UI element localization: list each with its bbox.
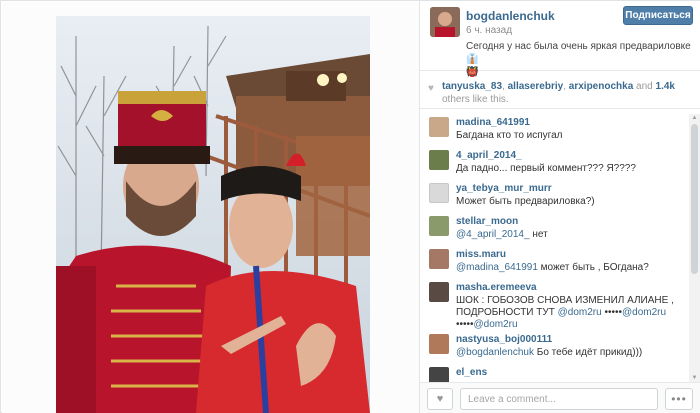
mention-link[interactable]: @4_april_2014_: [456, 229, 530, 240]
comments-scrollbar[interactable]: ▲ ▼: [689, 114, 700, 382]
list-item: ya_tebya_mur_murr Может быть предварилов…: [420, 180, 688, 213]
post-sidebar: bogdanlenchuk 6 ч. назад Сегодня у нас б…: [419, 1, 700, 413]
post-photo[interactable]: 21: [56, 16, 370, 413]
list-item: stellar_moon @4_april_2014_ нет: [420, 213, 688, 246]
comment-text: ШОК : ГОБОЗОВ СНОВА ИЗМЕНИЛ АЛИАНЕ , ПОД…: [456, 295, 688, 331]
comment-username[interactable]: stellar_moon: [456, 213, 688, 227]
photo-illustration: 21: [56, 16, 370, 413]
likes-count[interactable]: 1.4k: [656, 81, 675, 92]
heart-icon: ♥: [428, 83, 434, 94]
list-item: masha.eremeeva ШОК : ГОБОЗОВ СНОВА ИЗМЕН…: [420, 279, 688, 331]
avatar[interactable]: [430, 7, 460, 37]
mention-link[interactable]: @bogdanlenchuk: [456, 347, 534, 358]
avatar[interactable]: [429, 249, 449, 269]
avatar[interactable]: [429, 150, 449, 170]
comment-text-part: •••••: [601, 307, 622, 318]
avatar[interactable]: [429, 183, 449, 203]
scroll-up-arrow-icon[interactable]: ▲: [689, 114, 700, 122]
liker-link[interactable]: arxipenochka: [569, 81, 633, 92]
avatar[interactable]: [429, 367, 449, 382]
comment-username[interactable]: 4_april_2014_: [456, 147, 688, 161]
avatar[interactable]: [429, 117, 449, 137]
list-item: 4_april_2014_ Да падно... первый коммент…: [420, 147, 688, 180]
more-options-button[interactable]: •••: [665, 388, 693, 410]
list-item: el_ens: [420, 364, 688, 382]
comment-text: @4_april_2014_ нет: [456, 229, 688, 241]
likes-and-text: and: [633, 81, 656, 92]
comment-text-part: Бо тебе идёт прикид))): [534, 347, 643, 358]
comment-text: Да падно... первый коммент??? Я????: [456, 163, 636, 174]
scroll-thumb[interactable]: [691, 124, 698, 274]
avatar[interactable]: [429, 334, 449, 354]
avatar-image: [430, 7, 460, 37]
likes-summary: ♥ tanyuska_83, allaserebriy, arxipenochk…: [420, 72, 700, 109]
comment-text: Может быть предвариловка?): [456, 196, 595, 207]
post-header: bogdanlenchuk 6 ч. назад Сегодня у нас б…: [420, 1, 700, 78]
list-item: nastyusa_boj000111 @bogdanlenchuk Бо теб…: [420, 331, 688, 364]
liker-link[interactable]: tanyuska_83: [442, 81, 502, 92]
post-username[interactable]: bogdanlenchuk: [466, 9, 555, 23]
liker-link[interactable]: allaserebriy: [508, 81, 564, 92]
list-item: miss.maru @madina_641991 может быть , БО…: [420, 246, 688, 279]
heart-icon: ♥: [436, 393, 444, 405]
mention-link[interactable]: @dom2ru: [558, 307, 602, 318]
scroll-down-arrow-icon[interactable]: ▼: [689, 374, 700, 382]
comment-text: @madina_641991 может быть , БОгдана?: [456, 262, 688, 274]
mention-link[interactable]: @dom2ru: [622, 307, 666, 318]
comment-text-part: нет: [529, 229, 548, 240]
avatar[interactable]: [429, 282, 449, 302]
comment-text: Багдана кто то испугал: [456, 130, 563, 141]
comment-username[interactable]: el_ens: [456, 364, 688, 378]
comment-text: @bogdanlenchuk Бо тебе идёт прикид))): [456, 347, 688, 359]
photo-panel: 21: [2, 2, 419, 413]
comment-text-part: •••••: [456, 319, 474, 330]
comment-username[interactable]: ya_tebya_mur_murr: [456, 180, 688, 194]
follow-button[interactable]: Подписаться: [623, 6, 693, 25]
list-item: madina_641991 Багдана кто то испугал: [420, 114, 688, 147]
mention-link[interactable]: @dom2ru: [474, 319, 518, 330]
comment-username[interactable]: nastyusa_boj000111: [456, 331, 688, 345]
post-time-ago: 6 ч. назад: [466, 25, 513, 36]
comment-text-part: может быть , БОгдана?: [537, 262, 649, 273]
comment-footer: ♥ •••: [420, 382, 700, 413]
comment-input[interactable]: [460, 388, 658, 410]
comments-list[interactable]: madina_641991 Багдана кто то испугал 4_a…: [420, 114, 688, 382]
like-button[interactable]: ♥: [427, 388, 453, 410]
comment-username[interactable]: miss.maru: [456, 246, 688, 260]
mention-link[interactable]: @madina_641991: [456, 262, 538, 273]
likes-suffix: others like this.: [442, 94, 509, 105]
comment-username[interactable]: masha.eremeeva: [456, 279, 688, 293]
comment-username[interactable]: madina_641991: [456, 114, 688, 128]
instagram-post-window: 21: [0, 0, 700, 413]
avatar[interactable]: [429, 216, 449, 236]
